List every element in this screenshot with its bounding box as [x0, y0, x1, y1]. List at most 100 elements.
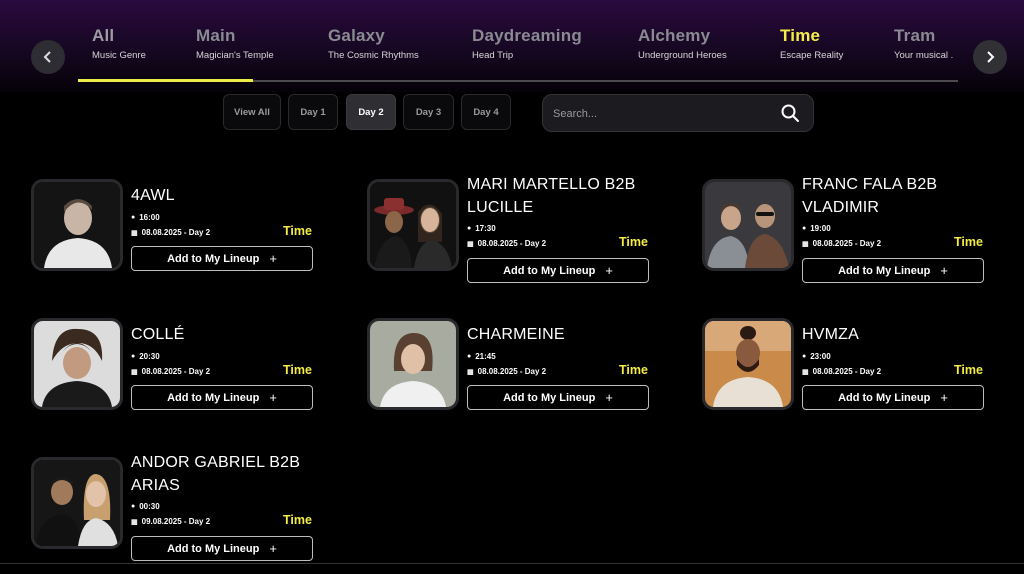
tab-title: Main [196, 26, 236, 45]
tab-subtitle: Your musical . [894, 50, 954, 61]
stage-tabs: All Music Genre Main Magician's Temple G… [78, 26, 958, 86]
artist-photo [31, 318, 123, 410]
plus-icon: + [269, 251, 277, 266]
tab-subtitle: Escape Reality [780, 50, 844, 61]
date-text: 09.08.2025 - Day 2 [141, 517, 211, 526]
chevron-left-icon [43, 51, 51, 63]
date-text: 08.08.2025 - Day 2 [141, 228, 211, 237]
plus-icon: + [269, 390, 277, 405]
day-1-button[interactable]: Day 1 [288, 94, 338, 130]
plus-icon: + [605, 390, 613, 405]
add-to-lineup-button[interactable]: Add to My Lineup + [467, 385, 649, 410]
search-input[interactable] [553, 104, 773, 124]
active-tab-indicator [78, 79, 253, 82]
time-text: 23:00 [810, 352, 831, 361]
tab-main[interactable]: Main Magician's Temple [196, 26, 274, 61]
tab-daydreaming[interactable]: Daydreaming Head Trip [472, 26, 582, 61]
artist-name: MARI MARTELLO B2B LUCILLE [467, 176, 636, 216]
artist-date: ▦ 08.08.2025 - Day 2 [802, 239, 881, 248]
tab-alchemy[interactable]: Alchemy Underground Heroes [638, 26, 727, 61]
search-icon[interactable] [780, 103, 800, 123]
stage-label: Time [283, 363, 312, 377]
artist-time: ● 00:30 [131, 502, 160, 511]
add-to-lineup-button[interactable]: Add to My Lineup + [467, 258, 649, 283]
artist-card: ANDOR GABRIEL B2B ARIAS ● 00:30 ▦ 09.08.20… [31, 454, 331, 574]
view-all-button[interactable]: View All [223, 94, 281, 130]
tab-time[interactable]: Time Escape Reality [780, 26, 843, 61]
tab-title: Alchemy [638, 26, 711, 45]
button-label: Add to My Lineup [167, 542, 260, 555]
search-box [542, 94, 814, 132]
clock-icon: ● [802, 353, 807, 360]
date-text: 08.08.2025 - Day 2 [812, 239, 882, 248]
time-text: 17:30 [475, 224, 496, 233]
artist-photo [367, 179, 459, 271]
page-divider [0, 563, 1024, 564]
tab-tram[interactable]: Tram Your musical . [894, 26, 953, 61]
artist-photo [31, 457, 123, 549]
artist-date: ▦ 08.08.2025 - Day 2 [131, 367, 210, 376]
artist-photo [702, 318, 794, 410]
add-to-lineup-button[interactable]: Add to My Lineup + [802, 385, 984, 410]
tab-title: Daydreaming [472, 26, 582, 45]
next-tabs-button[interactable] [973, 40, 1007, 74]
stage-label: Time [283, 224, 312, 238]
time-text: 20:30 [139, 352, 160, 361]
artist-time: ● 16:00 [131, 213, 160, 222]
artist-photo [702, 179, 794, 271]
artist-date: ▦ 08.08.2025 - Day 2 [802, 367, 881, 376]
clock-icon: ● [467, 353, 472, 360]
clock-icon: ● [467, 225, 472, 232]
button-label: Add to My Lineup [503, 391, 596, 404]
tab-title: All [92, 26, 115, 45]
day-2-button[interactable]: Day 2 [346, 94, 396, 130]
tab-all[interactable]: All Music Genre [92, 26, 146, 61]
artist-card: 4AWL ● 16:00 ▦ 08.08.2025 - Day 2 Time Add… [31, 179, 331, 309]
artist-photo [367, 318, 459, 410]
calendar-icon: ▦ [467, 368, 474, 376]
clock-icon: ● [131, 503, 136, 510]
day-4-button[interactable]: Day 4 [461, 94, 511, 130]
tab-subtitle: Music Genre [92, 50, 146, 61]
artist-date: ▦ 08.08.2025 - Day 2 [131, 228, 210, 237]
clock-icon: ● [131, 353, 136, 360]
calendar-icon: ▦ [131, 368, 138, 376]
tab-galaxy[interactable]: Galaxy The Cosmic Rhythms [328, 26, 419, 61]
stage-label: Time [619, 363, 648, 377]
clock-icon: ● [802, 225, 807, 232]
time-text: 19:00 [810, 224, 831, 233]
stage-label: Time [954, 363, 983, 377]
tab-title: Galaxy [328, 26, 385, 45]
plus-icon: + [605, 263, 613, 278]
stage-label: Time [283, 513, 312, 527]
prev-tabs-button[interactable] [31, 40, 65, 74]
add-to-lineup-button[interactable]: Add to My Lineup + [131, 385, 313, 410]
add-to-lineup-button[interactable]: Add to My Lineup + [802, 258, 984, 283]
artist-date: ▦ 09.08.2025 - Day 2 [131, 517, 210, 526]
day-3-button[interactable]: Day 3 [403, 94, 454, 130]
plus-icon: + [940, 263, 948, 278]
button-label: Add to My Lineup [838, 264, 931, 277]
stage-label: Time [619, 235, 648, 249]
add-to-lineup-button[interactable]: Add to My Lineup + [131, 246, 313, 271]
time-text: 21:45 [475, 352, 496, 361]
artist-card: HVMZA ● 23:00 ▦ 08.08.2025 - Day 2 Time Ad… [702, 318, 1002, 448]
tab-subtitle: Magician's Temple [196, 50, 274, 61]
artist-date: ▦ 08.08.2025 - Day 2 [467, 367, 546, 376]
artist-time: ● 20:30 [131, 352, 160, 361]
calendar-icon: ▦ [131, 229, 138, 237]
calendar-icon: ▦ [131, 518, 138, 526]
calendar-icon: ▦ [802, 240, 809, 248]
date-text: 08.08.2025 - Day 2 [477, 367, 547, 376]
button-label: Add to My Lineup [167, 252, 260, 265]
button-label: Add to My Lineup [167, 391, 260, 404]
artist-date: ▦ 08.08.2025 - Day 2 [467, 239, 546, 248]
add-to-lineup-button[interactable]: Add to My Lineup + [131, 536, 313, 561]
clock-icon: ● [131, 214, 136, 221]
artist-name: HVMZA [802, 326, 859, 343]
artist-time: ● 21:45 [467, 352, 496, 361]
stage-label: Time [954, 235, 983, 249]
button-label: Add to My Lineup [838, 391, 931, 404]
tab-subtitle: The Cosmic Rhythms [328, 50, 419, 61]
tab-subtitle: Underground Heroes [638, 50, 727, 61]
